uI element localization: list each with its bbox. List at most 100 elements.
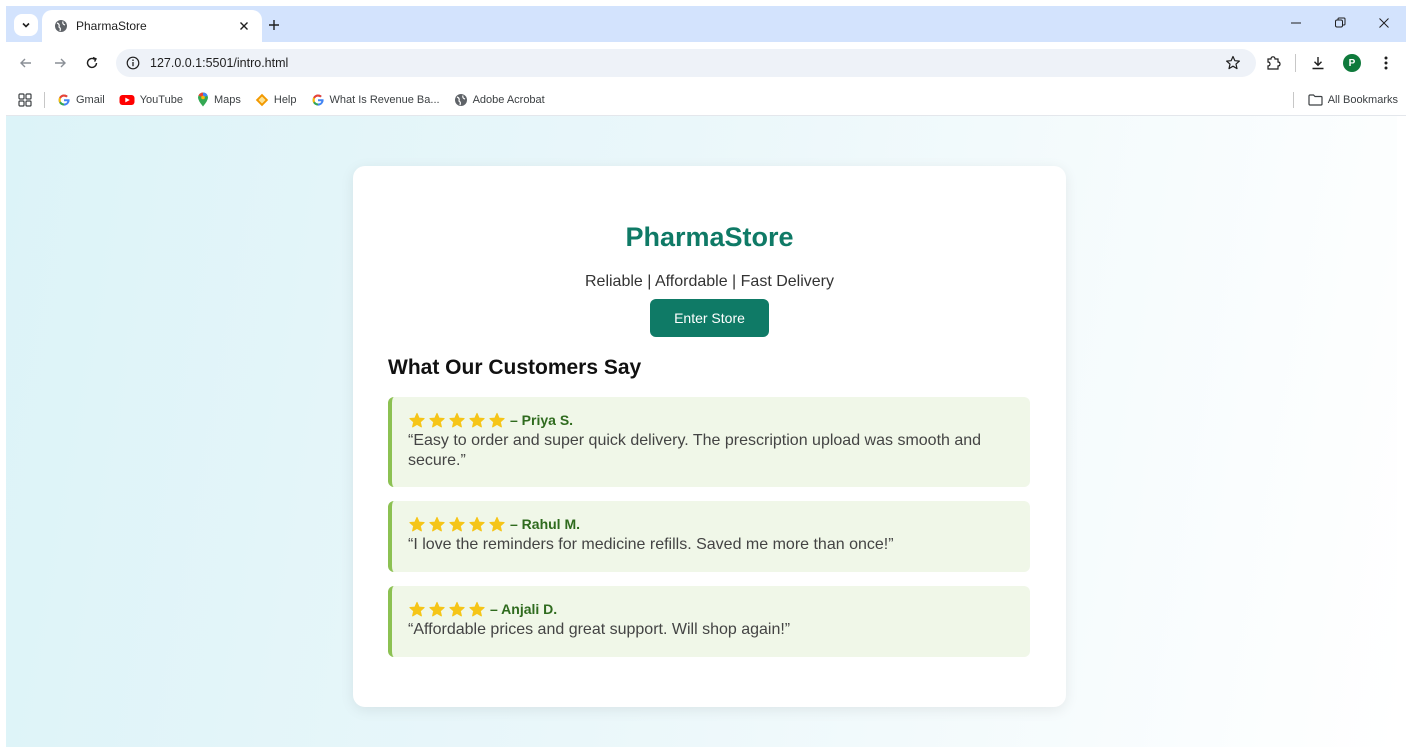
new-tab-button[interactable] [264,15,284,35]
close-icon [240,22,248,30]
bookmark-maps[interactable]: Maps [197,92,241,107]
bookmark-label: Gmail [76,93,105,106]
forward-button[interactable] [48,51,72,75]
review-header: – Anjali D. [408,600,1016,618]
star-icon [469,412,485,427]
star-rating [408,601,486,618]
restore-icon [1335,17,1346,28]
review-card-rahul: – Rahul M. “I love the reminders for med… [388,501,1030,572]
all-bookmarks-label: All Bookmarks [1327,94,1398,106]
tab-title: PharmaStore [76,19,147,33]
toolbar-actions: P [1261,51,1398,75]
minimize-icon [1291,22,1301,24]
browser-menu-button[interactable] [1374,51,1398,75]
youtube-icon [119,94,135,105]
bookmark-label: Help [273,93,297,106]
profile-button[interactable]: P [1340,51,1364,75]
bookmark-label: What Is Revenue Ba... [329,93,440,106]
bookmark-label: YouTube [139,93,183,106]
review-author: – Anjali D. [490,601,558,617]
apps-grid-icon [18,92,32,107]
help-diamond-icon [255,93,269,106]
plus-icon [269,20,279,30]
star-outline-icon [1226,55,1240,70]
star-rating [408,412,506,429]
review-header: – Rahul M. [408,515,1016,533]
browser-toolbar: 127.0.0.1:5501/intro.html P [6,42,1406,84]
arrow-right-icon [55,58,66,68]
window-controls [1274,6,1406,40]
review-text: “Easy to order and super quick delivery.… [408,432,982,469]
bookmark-help[interactable]: Help [255,93,297,107]
review-card-anjali: – Anjali D. “Affordable prices and great… [388,586,1030,657]
review-header: – Priya S. [408,411,1016,429]
intro-card: PharmaStore Reliable | Affordable | Fast… [353,166,1066,707]
maps-pin-icon [197,92,208,107]
page-viewport: PharmaStore Reliable | Affordable | Fast… [6,116,1397,747]
bookmark-youtube[interactable]: YouTube [119,94,183,106]
reload-button[interactable] [80,51,104,75]
bookmark-revenue[interactable]: What Is Revenue Ba... [311,93,440,107]
bookmark-label: Adobe Acrobat [472,93,545,106]
star-icon [449,601,465,616]
bookmark-label: Maps [213,93,241,106]
star-rating [408,516,506,533]
close-window-button[interactable] [1362,6,1406,40]
bookmark-adobe-acrobat[interactable]: Adobe Acrobat [454,93,545,107]
star-icon [429,412,445,427]
browser-window: PharmaStore 127.0.0.1:5501/intro.html P … [6,6,1406,116]
star-icon [429,516,445,531]
close-icon [1379,18,1389,28]
kebab-menu-icon [1384,56,1388,70]
star-icon [449,412,465,427]
extensions-button[interactable] [1261,51,1285,75]
downloads-button[interactable] [1306,51,1330,75]
bookmarks-separator [44,91,45,108]
restore-button[interactable] [1318,6,1362,40]
google-icon [58,93,70,106]
globe-icon [55,20,67,32]
review-card-priya: – Priya S. “Easy to order and super quic… [388,397,1030,487]
star-icon [409,601,425,616]
minimize-button[interactable] [1274,6,1318,40]
folder-icon [1308,94,1323,106]
star-icon [489,516,505,531]
avatar: P [1343,54,1361,72]
back-button[interactable] [14,51,38,75]
star-icon [409,412,425,427]
apps-button[interactable] [16,91,34,109]
star-icon [489,412,505,427]
star-icon [409,516,425,531]
reload-icon [86,56,98,69]
page-title: PharmaStore [625,222,794,252]
review-author: – Rahul M. [510,516,581,532]
chevron-down-icon [22,22,30,28]
info-icon [126,56,140,70]
testimonials-heading: What Our Customers Say [388,356,642,379]
address-bar[interactable]: 127.0.0.1:5501/intro.html [116,49,1256,77]
tab-pharmastore[interactable]: PharmaStore [42,10,262,42]
close-tab-button[interactable] [236,18,252,34]
star-icon [449,516,465,531]
bookmark-gmail[interactable]: Gmail [57,93,105,107]
globe-icon [454,93,467,106]
url-text: 127.0.0.1:5501/intro.html [150,56,289,70]
tab-strip: PharmaStore [6,6,1406,42]
bookmark-star-button[interactable] [1224,54,1242,72]
review-text: “I love the reminders for medicine refil… [408,536,894,553]
tab-search-button[interactable] [14,14,38,36]
star-icon [429,601,445,616]
review-author: – Priya S. [510,412,574,428]
review-text: “Affordable prices and great support. Wi… [408,621,791,638]
arrow-left-icon [20,58,31,68]
google-icon [312,93,324,106]
star-icon [469,516,485,531]
enter-store-button[interactable]: Enter Store [650,299,769,337]
toolbar-separator [1295,54,1296,72]
puzzle-icon [1267,56,1281,70]
bookmarks-separator [1292,92,1294,108]
all-bookmarks-button[interactable]: All Bookmarks [1292,92,1398,108]
bookmarks-bar: Gmail YouTube Maps Help What Is Revenue … [6,84,1406,116]
star-icon [469,601,485,616]
download-icon [1312,57,1324,70]
